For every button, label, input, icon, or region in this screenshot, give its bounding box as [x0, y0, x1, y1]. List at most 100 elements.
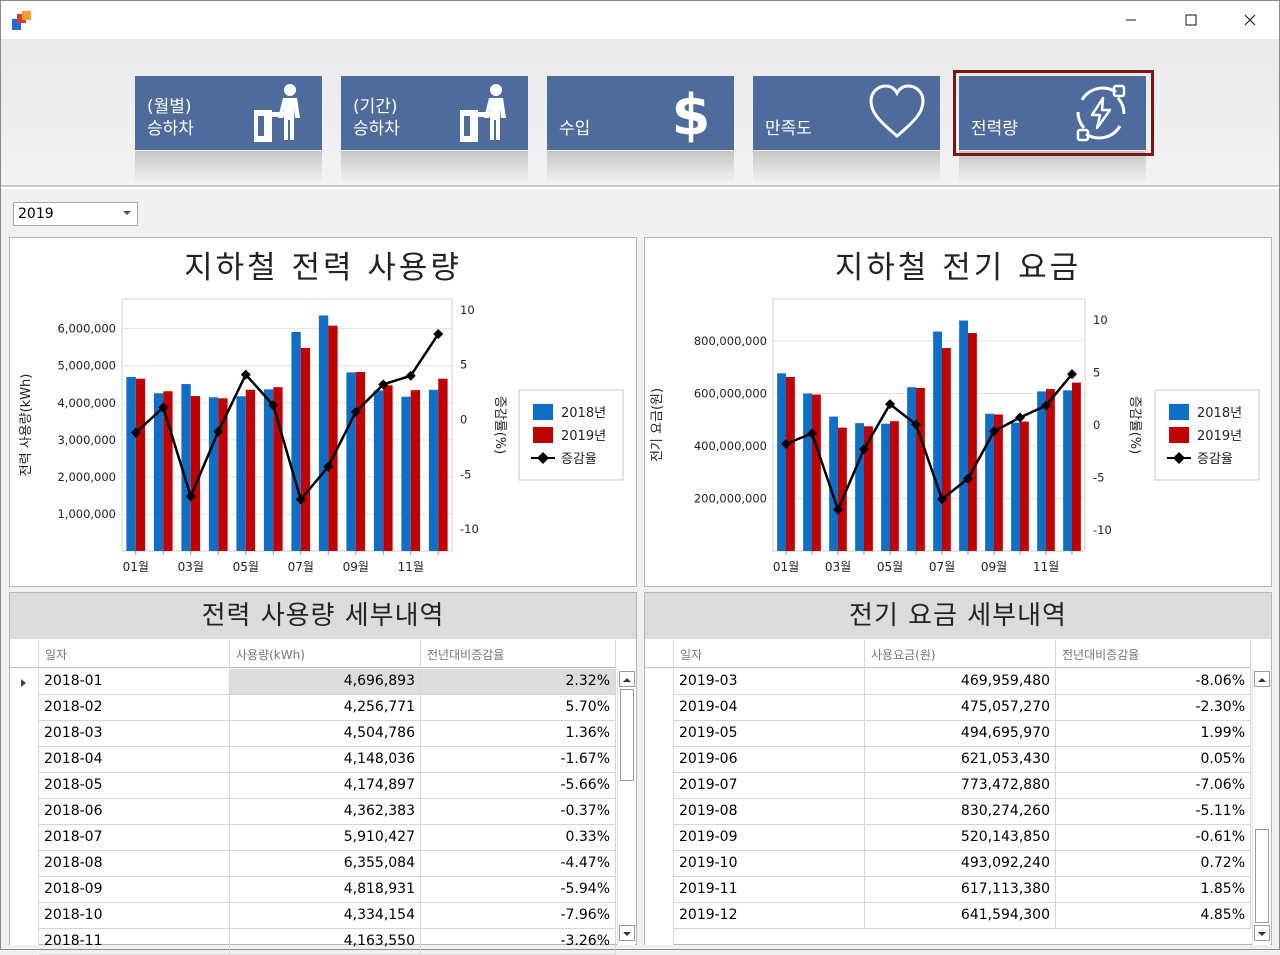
table-cell[interactable]: 5.70% [421, 695, 616, 721]
table-cell[interactable]: 2018-04 [39, 747, 230, 773]
scroll-up-button[interactable] [1254, 671, 1270, 687]
scroll-down-button[interactable] [619, 925, 635, 941]
table-cell[interactable]: 4,256,771 [230, 695, 421, 721]
tile-monthly-ridership[interactable]: (월별) 승하차 [135, 76, 322, 150]
table-cell[interactable]: 4,504,786 [230, 721, 421, 747]
table-cell[interactable]: -5.94% [421, 877, 616, 903]
table-row[interactable]: 2018-06 4,362,383 -0.37% [10, 799, 616, 825]
column-header[interactable]: 전년대비증감율 [421, 640, 616, 668]
table-cell[interactable]: -7.06% [1056, 773, 1251, 799]
table-cell[interactable]: -0.37% [421, 799, 616, 825]
table-row[interactable]: 2018-02 4,256,771 5.70% [10, 695, 616, 721]
table-cell[interactable]: 1.36% [421, 721, 616, 747]
table-row[interactable]: 2019-11 617,113,380 1.85% [645, 877, 1251, 903]
table-cell[interactable]: 621,053,430 [865, 747, 1056, 773]
table-cell[interactable]: 2018-11 [39, 929, 230, 955]
table-cell[interactable]: 641,594,300 [865, 903, 1056, 929]
table-cell[interactable]: 2018-08 [39, 851, 230, 877]
table-cell[interactable]: -0.61% [1056, 825, 1251, 851]
table-cell[interactable]: 1.99% [1056, 721, 1251, 747]
column-header[interactable]: 일자 [39, 640, 230, 668]
scroll-thumb[interactable] [620, 689, 634, 781]
table-cell[interactable]: 4,362,383 [230, 799, 421, 825]
table-row[interactable]: 2019-09 520,143,850 -0.61% [645, 825, 1251, 851]
table-row[interactable]: 2018-03 4,504,786 1.36% [10, 721, 616, 747]
scroll-up-button[interactable] [619, 671, 635, 687]
table-cell[interactable]: 4,334,154 [230, 903, 421, 929]
tile-period-ridership[interactable]: (기간) 승하차 [341, 76, 528, 150]
table-cell[interactable]: 469,959,480 [865, 669, 1056, 695]
minimize-button[interactable] [1101, 1, 1161, 39]
table-cell[interactable]: 520,143,850 [865, 825, 1056, 851]
table-cell[interactable]: 2019-05 [674, 721, 865, 747]
table-cell[interactable]: 0.33% [421, 825, 616, 851]
table-cell[interactable]: 2018-05 [39, 773, 230, 799]
table-cell[interactable]: -3.26% [421, 929, 616, 955]
table-cell[interactable]: 2018-10 [39, 903, 230, 929]
table-cell[interactable]: 0.72% [1056, 851, 1251, 877]
table-cell[interactable]: 5,910,427 [230, 825, 421, 851]
table-row[interactable]: 2019-05 494,695,970 1.99% [645, 721, 1251, 747]
year-select[interactable]: 2019 [13, 202, 138, 226]
table-cell[interactable]: 2019-10 [674, 851, 865, 877]
maximize-button[interactable] [1161, 1, 1221, 39]
table-cell[interactable]: -5.11% [1056, 799, 1251, 825]
table-cell[interactable]: 2019-07 [674, 773, 865, 799]
table-cell[interactable]: 2019-08 [674, 799, 865, 825]
table-cell[interactable]: 494,695,970 [865, 721, 1056, 747]
table-row[interactable]: 2018-11 4,163,550 -3.26% [10, 929, 616, 955]
table-cell[interactable]: 617,113,380 [865, 877, 1056, 903]
table-cell[interactable]: 2019-04 [674, 695, 865, 721]
column-header[interactable]: 사용량(kWh) [230, 640, 421, 668]
table-row[interactable]: 2019-07 773,472,880 -7.06% [645, 773, 1251, 799]
table-cell[interactable]: -7.96% [421, 903, 616, 929]
vertical-scrollbar[interactable] [1252, 669, 1270, 945]
table-cell[interactable]: 4,174,897 [230, 773, 421, 799]
column-header[interactable]: 사용요금(원) [865, 640, 1056, 668]
table-cell[interactable]: 2019-12 [674, 903, 865, 929]
close-button[interactable] [1220, 1, 1280, 39]
tile-revenue[interactable]: 수입 $ [547, 76, 734, 150]
table-cell[interactable]: -1.67% [421, 747, 616, 773]
table-cell[interactable]: 2018-07 [39, 825, 230, 851]
table-cell[interactable]: 773,472,880 [865, 773, 1056, 799]
table-cell[interactable]: -8.06% [1056, 669, 1251, 695]
table-row[interactable]: 2018-09 4,818,931 -5.94% [10, 877, 616, 903]
table-row[interactable]: 2018-05 4,174,897 -5.66% [10, 773, 616, 799]
table-row[interactable]: 2019-04 475,057,270 -2.30% [645, 695, 1251, 721]
table-cell[interactable]: 2019-11 [674, 877, 865, 903]
table-cell[interactable]: 1.85% [1056, 877, 1251, 903]
table-cell[interactable]: 2019-09 [674, 825, 865, 851]
table-cell[interactable]: 2018-02 [39, 695, 230, 721]
table-row[interactable]: 2018-10 4,334,154 -7.96% [10, 903, 616, 929]
table-row[interactable]: 2018-04 4,148,036 -1.67% [10, 747, 616, 773]
table-cell[interactable]: 2.32% [421, 669, 616, 695]
table-cell[interactable]: 4,818,931 [230, 877, 421, 903]
table-cell[interactable]: -5.66% [421, 773, 616, 799]
table-cell[interactable]: 830,274,260 [865, 799, 1056, 825]
table-row[interactable]: 2019-08 830,274,260 -5.11% [645, 799, 1251, 825]
table-cell[interactable]: 2018-06 [39, 799, 230, 825]
table-cell[interactable]: 4,696,893 [230, 669, 421, 695]
table-cell[interactable]: 0.05% [1056, 747, 1251, 773]
table-row[interactable]: 2018-07 5,910,427 0.33% [10, 825, 616, 851]
table-cell[interactable]: 4,163,550 [230, 929, 421, 955]
table-cell[interactable]: 4.85% [1056, 903, 1251, 929]
table-row[interactable]: 2018-08 6,355,084 -4.47% [10, 851, 616, 877]
table-cell[interactable]: 2018-01 [39, 669, 230, 695]
table-cell[interactable]: -4.47% [421, 851, 616, 877]
table-cell[interactable]: 2018-09 [39, 877, 230, 903]
table-cell[interactable]: 6,355,084 [230, 851, 421, 877]
table-cell[interactable]: 2019-03 [674, 669, 865, 695]
scroll-down-button[interactable] [1254, 925, 1270, 941]
table-row[interactable]: 2018-01 4,696,893 2.32% [10, 669, 616, 695]
table-cell[interactable]: -2.30% [1056, 695, 1251, 721]
table-row[interactable]: 2019-12 641,594,300 4.85% [645, 903, 1251, 929]
table-row[interactable]: 2019-03 469,959,480 -8.06% [645, 669, 1251, 695]
table-cell[interactable]: 2018-03 [39, 721, 230, 747]
column-header[interactable]: 일자 [674, 640, 865, 668]
scroll-thumb[interactable] [1255, 829, 1269, 923]
table-cell[interactable]: 493,092,240 [865, 851, 1056, 877]
vertical-scrollbar[interactable] [617, 669, 635, 945]
table-cell[interactable]: 4,148,036 [230, 747, 421, 773]
